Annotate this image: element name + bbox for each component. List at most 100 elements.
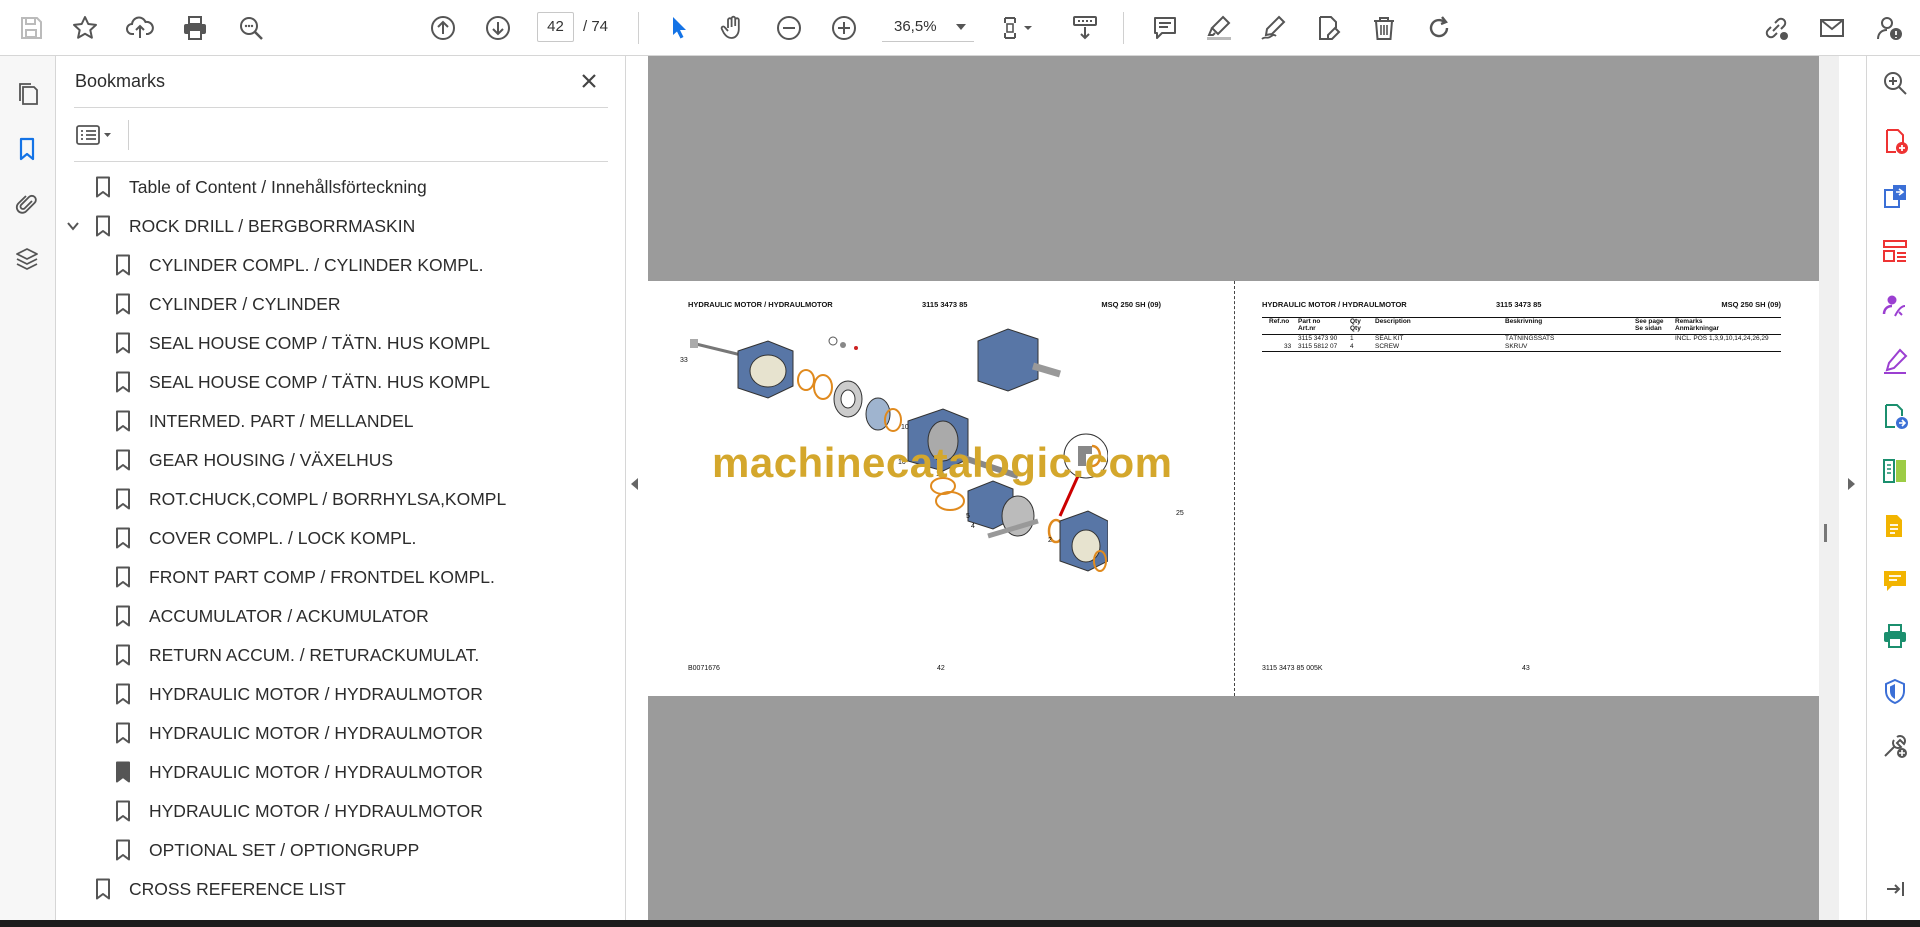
bookmark-label: SEAL HOUSE COMP / TÄTN. HUS KOMPL: [149, 332, 491, 353]
bookmark-options-button[interactable]: [76, 120, 124, 150]
select-cursor-icon[interactable]: [660, 9, 698, 47]
email-icon[interactable]: [1813, 9, 1851, 47]
next-page-icon[interactable]: [479, 9, 517, 47]
bookmark-item[interactable]: HYDRAULIC MOTOR / HYDRAULMOTOR: [115, 676, 483, 712]
bookmark-icon: [115, 332, 131, 354]
table-cell: 3115 3473 90: [1298, 335, 1338, 342]
layers-icon[interactable]: [11, 243, 43, 275]
account-icon[interactable]: [1870, 9, 1908, 47]
bookmark-icon: [115, 449, 131, 471]
bookmark-item[interactable]: ACCUMULATOR / ACKUMULATOR: [115, 598, 429, 634]
bookmark-icon: [115, 605, 131, 627]
bookmark-item[interactable]: CYLINDER / CYLINDER: [115, 286, 341, 322]
chevron-down-icon: [956, 24, 966, 30]
comment-icon[interactable]: [1146, 9, 1184, 47]
fill-and-sign-icon[interactable]: [1880, 346, 1910, 376]
pages-thumbnails-icon[interactable]: [11, 78, 43, 110]
bookmark-item[interactable]: CROSS REFERENCE LIST: [95, 871, 346, 907]
create-pdf-icon[interactable]: [1880, 126, 1910, 156]
left-page-footer-code: B0071676: [688, 665, 720, 672]
print-icon[interactable]: [176, 9, 214, 47]
organize-pages-icon[interactable]: [1880, 236, 1910, 266]
rotate-icon[interactable]: [1420, 9, 1458, 47]
col-header: Art.nr: [1298, 325, 1316, 332]
bookmark-icon: [115, 371, 131, 393]
find-icon[interactable]: [232, 9, 270, 47]
bookmark-label: CYLINDER COMPL. / CYLINDER KOMPL.: [149, 254, 484, 275]
right-page-header-partno: 3115 3473 85: [1496, 300, 1542, 309]
close-icon[interactable]: [576, 68, 602, 94]
bookmark-item[interactable]: COVER COMPL. / LOCK KOMPL.: [115, 520, 416, 556]
bookmark-item[interactable]: CYLINDER COMPL. / CYLINDER KOMPL.: [115, 247, 484, 283]
bookmark-icon: [115, 722, 131, 744]
bookmark-icon: [115, 410, 131, 432]
bookmark-label: RETURN ACCUM. / RETURACKUMULAT.: [149, 644, 480, 665]
highlight-icon[interactable]: [1200, 9, 1238, 47]
zoom-search-icon[interactable]: [1880, 68, 1910, 98]
table-row: 3115 3473 90 1 SEAL KIT TÄTNINGSSATS INC…: [1262, 335, 1781, 343]
upload-icon[interactable]: [121, 9, 159, 47]
list-options-icon: [76, 125, 111, 145]
bookmark-item[interactable]: INTERMED. PART / MELLANDEL: [115, 403, 414, 439]
bookmark-label: CROSS REFERENCE LIST: [129, 878, 346, 899]
fill-sign-icon[interactable]: [1309, 9, 1347, 47]
bookmark-label: SEAL HOUSE COMP / TÄTN. HUS KOMPL: [149, 371, 491, 392]
bookmark-label: GEAR HOUSING / VÄXELHUS: [149, 449, 394, 470]
bookmark-item[interactable]: RETURN ACCUM. / RETURACKUMULAT.: [115, 637, 479, 673]
bookmark-icon: [115, 683, 131, 705]
zoom-out-icon[interactable]: [770, 9, 808, 47]
page-separator: [1234, 281, 1235, 696]
table-cell: 3115 5812 07: [1298, 343, 1338, 350]
bookmark-item[interactable]: HYDRAULIC MOTOR / HYDRAULMOTOR: [115, 793, 483, 829]
expand-rail-icon[interactable]: [1880, 874, 1910, 904]
watermark-text: machinecatalogic.com: [712, 439, 1173, 486]
chevron-down-icon[interactable]: [65, 218, 81, 234]
bookmark-item[interactable]: HYDRAULIC MOTOR / HYDRAULMOTOR: [115, 715, 483, 751]
bookmark-item[interactable]: SEAL HOUSE COMP / TÄTN. HUS KOMPL: [115, 325, 490, 361]
vertical-scrollbar[interactable]: [1819, 56, 1839, 920]
bookmark-item[interactable]: FRONT PART COMP / FRONTDEL KOMPL.: [115, 559, 495, 595]
request-signatures-icon[interactable]: [1880, 291, 1910, 321]
bookmark-item[interactable]: ROCK DRILL / BERGBORRMASKIN: [67, 208, 415, 244]
page-number-input[interactable]: 42: [537, 12, 574, 42]
bookmark-item[interactable]: GEAR HOUSING / VÄXELHUS: [115, 442, 393, 478]
attachments-icon[interactable]: [11, 188, 43, 220]
collapse-right-panel-icon[interactable]: [1848, 478, 1855, 490]
bookmark-item[interactable]: HYDRAULIC MOTOR / HYDRAULMOTOR: [115, 754, 483, 790]
compare-files-icon[interactable]: [1880, 456, 1910, 486]
bookmark-item[interactable]: ROT.CHUCK,COMPL / BORRHYLSA,KOMPL: [115, 481, 506, 517]
bookmark-item[interactable]: OPTIONAL SET / OPTIONGRUPP: [115, 832, 419, 868]
more-tools-icon[interactable]: [1880, 731, 1910, 761]
bookmark-item[interactable]: Table of Content / Innehållsförteckning: [95, 169, 427, 205]
export-pdf-icon[interactable]: [1880, 181, 1910, 211]
share-link-icon[interactable]: [1757, 9, 1795, 47]
delete-icon[interactable]: [1365, 9, 1403, 47]
scroll-mode-icon[interactable]: [1066, 9, 1104, 47]
table-row: 33 3115 5812 07 4 SCREW SKRUV: [1262, 343, 1781, 351]
panel-divider: [74, 107, 608, 108]
comment-tool-icon[interactable]: [1880, 566, 1910, 596]
table-cell: 33: [1284, 343, 1292, 350]
page-fit-icon[interactable]: [995, 9, 1043, 47]
bookmark-icon: [115, 566, 131, 588]
scrollbar-thumb[interactable]: [1824, 524, 1827, 542]
table-cell: SEAL KIT: [1375, 335, 1404, 342]
bookmark-icon: [95, 215, 111, 237]
hand-icon[interactable]: [714, 9, 752, 47]
prev-page-icon[interactable]: [424, 9, 462, 47]
bookmark-label: ROT.CHUCK,COMPL / BORRHYLSA,KOMPL: [149, 488, 507, 509]
send-for-review-icon[interactable]: [1880, 401, 1910, 431]
zoom-level-select[interactable]: 36,5%: [882, 12, 974, 42]
zoom-in-icon[interactable]: [825, 9, 863, 47]
bookmarks-panel-icon[interactable]: [11, 133, 43, 165]
print-production-icon[interactable]: [1880, 621, 1910, 651]
bookmark-item[interactable]: SEAL HOUSE COMP / TÄTN. HUS KOMPL: [115, 364, 490, 400]
save-icon[interactable]: [12, 9, 50, 47]
edit-pdf-icon[interactable]: [1880, 511, 1910, 541]
draw-icon[interactable]: [1254, 9, 1292, 47]
toolbar-divider: [128, 120, 129, 150]
star-icon[interactable]: [66, 9, 104, 47]
bookmark-label: CYLINDER / CYLINDER: [149, 293, 341, 314]
collapse-left-panel-icon[interactable]: [631, 478, 638, 490]
protect-shield-icon[interactable]: [1880, 676, 1910, 706]
